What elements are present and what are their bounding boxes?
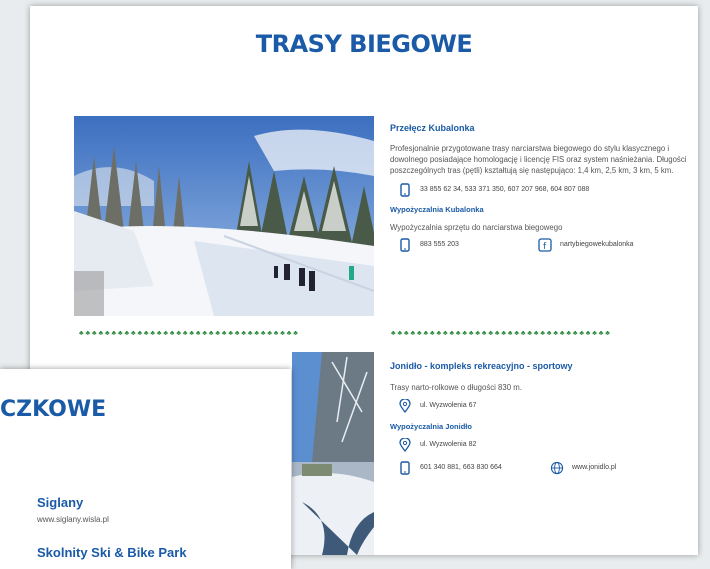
- siglany-link[interactable]: www.siglany.wisla.pl: [37, 515, 109, 524]
- kubalonka-phone-row: 33 855 62 34, 533 371 350, 607 207 968, …: [398, 183, 690, 197]
- kubalonka-rental-phone: 883 555 203: [420, 240, 459, 248]
- phone-icon: [398, 461, 412, 475]
- jonidlo-description: Trasy narto-rolkowe o długości 830 m.: [390, 383, 522, 393]
- jonidlo-rental-address-row: ul. Wyzwolenia 82: [398, 437, 690, 452]
- jonidlo-phones: 601 340 881, 663 830 664: [420, 463, 502, 471]
- page-title: TRASY BIEGOWE: [255, 30, 473, 58]
- kubalonka-rental-heading: Wypożyczalnia Kubalonka: [390, 205, 484, 215]
- tree-divider-right: ♣♣♣♣♣♣♣♣♣♣♣♣♣♣♣♣♣♣♣♣♣♣♣♣♣♣♣♣♣♣♣♣♣♣: [391, 330, 612, 337]
- location-pin-icon: [398, 437, 412, 452]
- facebook-icon: f: [538, 238, 552, 252]
- kubalonka-phones: 33 855 62 34, 533 371 350, 607 207 968, …: [420, 185, 590, 193]
- jonidlo-photo: [292, 352, 374, 555]
- front-page-title: CZKOWE: [0, 397, 107, 422]
- jonidlo-address-row: ul. Wyzwolenia 67: [398, 399, 690, 414]
- jonidlo-address: ul. Wyzwolenia 67: [420, 401, 477, 409]
- globe-icon: [550, 461, 564, 475]
- kubalonka-facebook-link[interactable]: nartybiegowekubalonka: [560, 240, 634, 250]
- kubalonka-description: Profesjonalnie przygotowane trasy narcia…: [390, 144, 687, 176]
- jonidlo-rental-heading: Wypożyczalnia Jonidło: [390, 422, 472, 432]
- jonidlo-contact-row: 601 340 881, 663 830 664 www.jonidlo.pl: [398, 461, 690, 475]
- phone-icon: [398, 238, 412, 252]
- jonidlo-rental-address: ul. Wyzwolenia 82: [420, 440, 477, 448]
- kubalonka-rental-row: 883 555 203 f nartybiegowekubalonka: [398, 238, 690, 252]
- siglany-heading: Siglany: [37, 495, 84, 510]
- kubalonka-heading: Przełęcz Kubalonka: [390, 123, 475, 133]
- skolnity-heading: Skolnity Ski & Bike Park: [37, 545, 187, 560]
- kubalonka-info: Przełęcz Kubalonka Profesjonalnie przygo…: [390, 122, 690, 252]
- location-pin-icon: [398, 399, 412, 414]
- phone-icon: [398, 183, 412, 197]
- tree-divider-left: ♣♣♣♣♣♣♣♣♣♣♣♣♣♣♣♣♣♣♣♣♣♣♣♣♣♣♣♣♣♣♣♣♣♣: [79, 330, 300, 337]
- jonidlo-heading: Jonidło - kompleks rekreacyjno - sportow…: [390, 361, 573, 371]
- kubalonka-photo: [74, 116, 374, 316]
- front-page: CZKOWE Siglany www.siglany.wisla.pl Skol…: [0, 369, 291, 569]
- kubalonka-rental-text: Wypożyczalnia sprzętu do narciarstwa bie…: [390, 222, 563, 232]
- jonidlo-info: Jonidło - kompleks rekreacyjno - sportow…: [390, 360, 690, 475]
- jonidlo-website-link[interactable]: www.jonidlo.pl: [572, 463, 616, 473]
